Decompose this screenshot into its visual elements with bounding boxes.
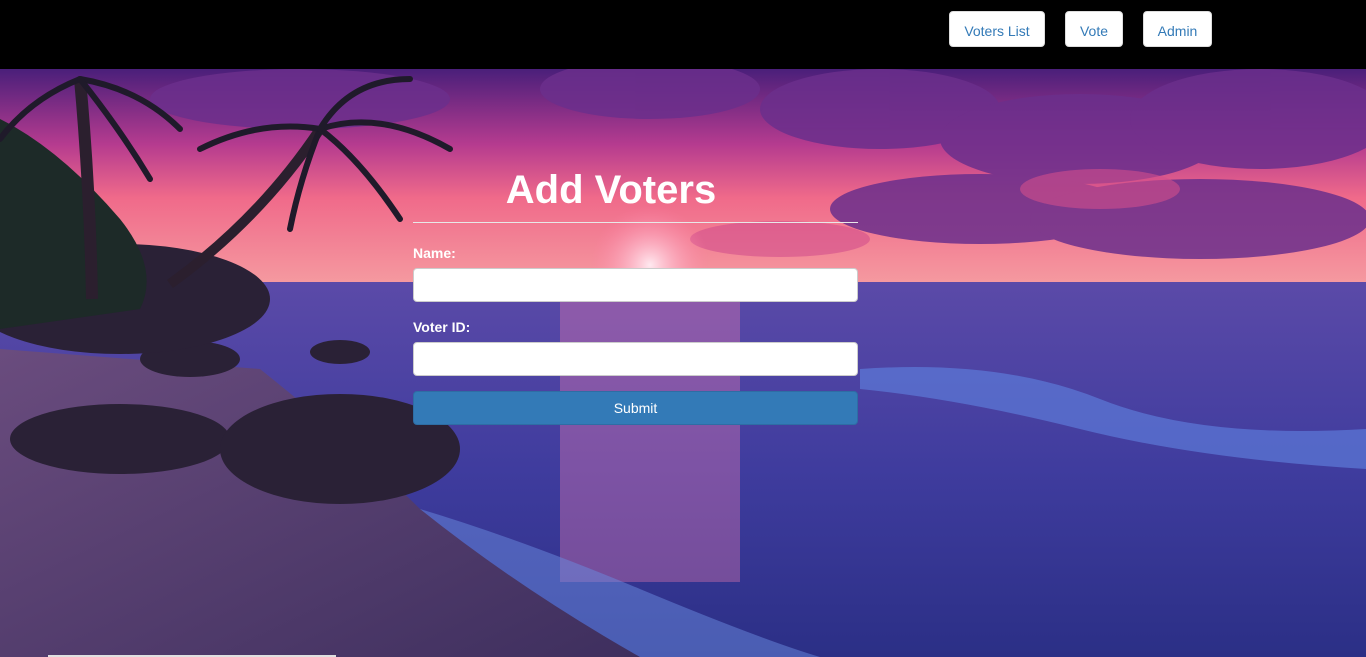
voter-id-label: Voter ID: (413, 319, 471, 335)
admin-button[interactable]: Admin (1143, 11, 1212, 47)
submit-button[interactable]: Submit (413, 391, 858, 425)
voter-id-input[interactable] (413, 342, 858, 376)
voters-list-button[interactable]: Voters List (949, 11, 1045, 47)
page-title: Add Voters (505, 168, 717, 212)
name-input[interactable] (413, 268, 858, 302)
vote-button[interactable]: Vote (1065, 11, 1123, 47)
top-navbar: Voters List Vote Admin (0, 0, 1366, 69)
title-divider (413, 222, 858, 223)
name-label: Name: (413, 245, 456, 261)
